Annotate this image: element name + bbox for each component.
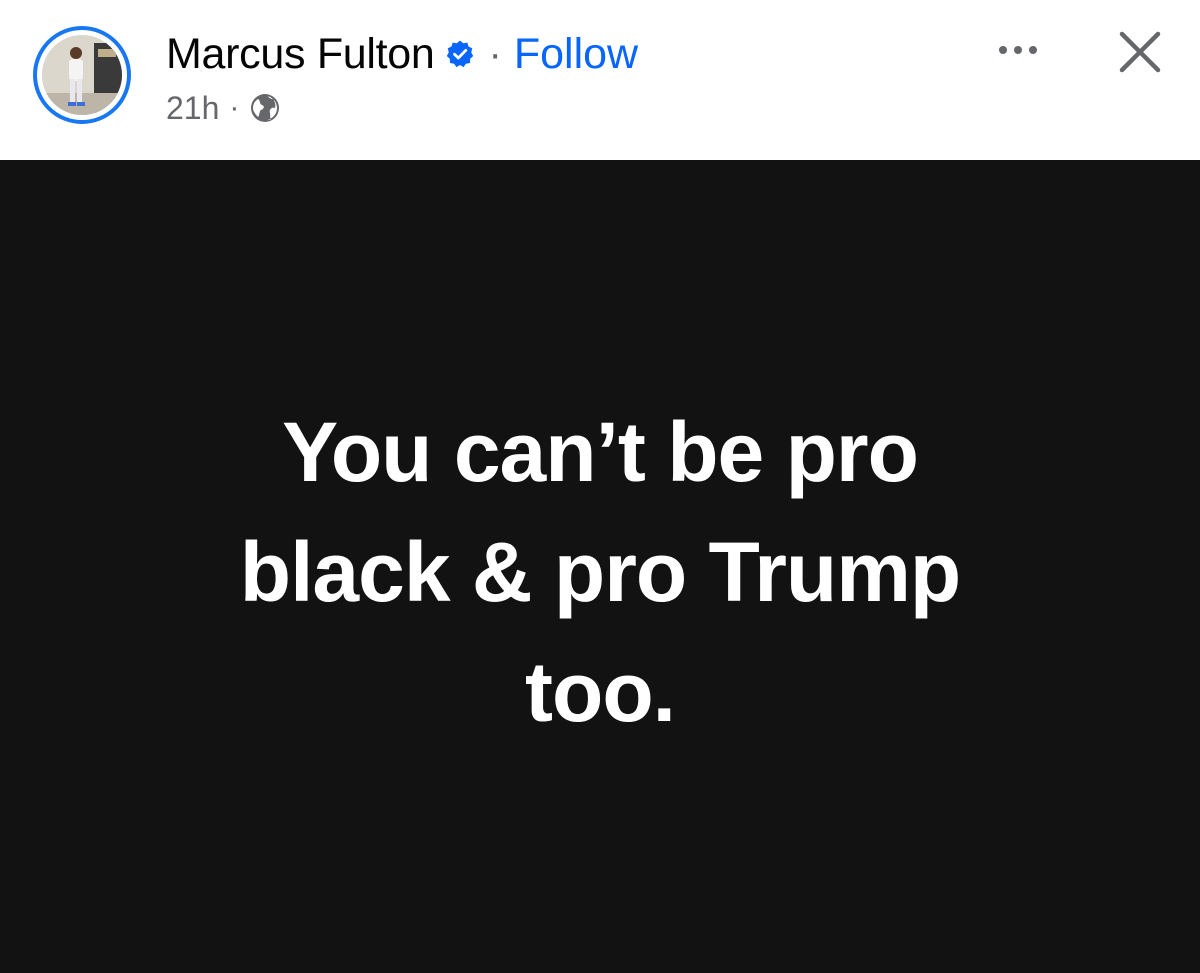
close-icon[interactable] bbox=[1115, 27, 1165, 77]
post-text-line: black & pro Trump bbox=[239, 525, 961, 619]
post-meta: 21h · bbox=[166, 86, 281, 130]
avatar-photo bbox=[42, 35, 122, 115]
post-timestamp[interactable]: 21h bbox=[166, 90, 219, 127]
follow-button[interactable]: Follow bbox=[514, 30, 638, 79]
post-content[interactable]: You can’t be pro black & pro Trump too. bbox=[0, 160, 1200, 973]
follow-separator: · bbox=[488, 31, 502, 76]
post-text-line: You can’t be pro bbox=[282, 405, 919, 499]
post-text-line: too. bbox=[525, 645, 676, 739]
post-header: Marcus Fulton · Follow 21h · bbox=[0, 0, 1200, 160]
meta-separator: · bbox=[229, 91, 240, 124]
globe-icon[interactable] bbox=[249, 92, 281, 124]
avatar[interactable] bbox=[33, 26, 131, 124]
more-options-icon[interactable] bbox=[993, 30, 1043, 70]
author-row: Marcus Fulton · Follow bbox=[166, 28, 638, 80]
post-text: You can’t be pro black & pro Trump too. bbox=[100, 392, 1100, 752]
verified-badge-icon bbox=[445, 39, 475, 69]
author-name[interactable]: Marcus Fulton bbox=[166, 30, 435, 79]
